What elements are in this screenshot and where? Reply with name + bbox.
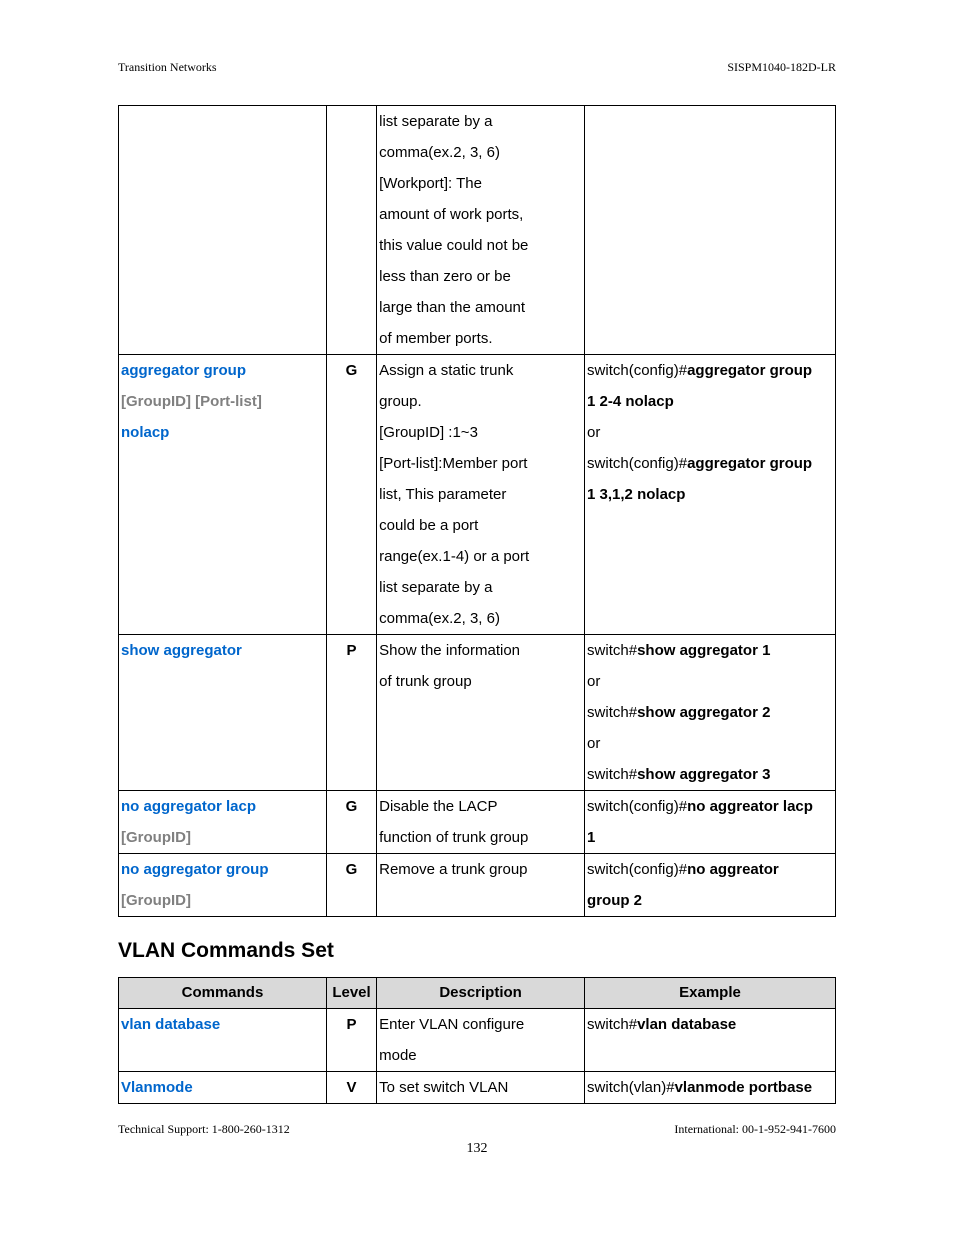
table-row: no aggregator group [GroupID] G Remove a… [119,854,836,917]
table-row: vlan database P Enter VLAN configure mod… [119,1009,836,1072]
table-row: list separate by a comma(ex.2, 3, 6) [Wo… [119,106,836,355]
level-cell: G [327,791,376,822]
commands-table-continued: list separate by a comma(ex.2, 3, 6) [Wo… [118,105,836,917]
header-right: SISPM1040-182D-LR [727,60,836,75]
level-cell: G [327,854,376,885]
example-cell: switch(config)#no aggreator lacp 1 [585,791,835,853]
command-cell: Vlanmode [119,1072,326,1103]
description-cell: Disable the LACP function of trunk group [377,791,584,853]
col-header-description: Description [377,978,584,1008]
table-header-row: Commands Level Description Example [119,978,836,1009]
col-header-commands: Commands [119,978,326,1008]
description-cell: list separate by a comma(ex.2, 3, 6) [Wo… [377,106,584,354]
example-cell: switch(config)#aggregator group 1 2-4 no… [585,355,835,510]
description-cell: Show the information of trunk group [377,635,584,697]
command-cell: aggregator group [GroupID] [Port-list] n… [119,355,326,448]
col-header-example: Example [585,978,835,1008]
example-cell: switch#show aggregator 1 or switch#show … [585,635,835,790]
footer-left: Technical Support: 1-800-260-1312 [118,1122,290,1137]
table-row: no aggregator lacp [GroupID] G Disable t… [119,791,836,854]
col-header-level: Level [327,978,376,1008]
page-header: Transition Networks SISPM1040-182D-LR [118,60,836,75]
example-cell: switch(vlan)#vlanmode portbase [585,1072,835,1103]
level-cell: P [327,635,376,666]
description-cell: Assign a static trunk group. [GroupID] :… [377,355,584,634]
description-cell: Remove a trunk group [377,854,584,885]
command-cell: no aggregator lacp [GroupID] [119,791,326,853]
table-row: Vlanmode V To set switch VLAN switch(vla… [119,1072,836,1104]
command-cell: show aggregator [119,635,326,666]
level-cell: G [327,355,376,386]
level-cell: V [327,1072,376,1103]
vlan-commands-table: Commands Level Description Example vlan … [118,977,836,1104]
description-cell: To set switch VLAN [377,1072,584,1103]
description-cell: Enter VLAN configure mode [377,1009,584,1071]
page: Transition Networks SISPM1040-182D-LR li… [0,0,954,1197]
page-footer: Technical Support: 1-800-260-1312 Intern… [118,1122,836,1137]
level-cell: P [327,1009,376,1040]
footer-right: International: 00-1-952-941-7600 [674,1122,836,1137]
header-left: Transition Networks [118,60,217,75]
example-cell: switch(config)#no aggreator group 2 [585,854,835,916]
page-number: 132 [118,1141,836,1157]
table-row: aggregator group [GroupID] [Port-list] n… [119,355,836,635]
example-cell: switch#vlan database [585,1009,835,1040]
table-row: show aggregator P Show the information o… [119,635,836,791]
section-heading: VLAN Commands Set [118,939,836,963]
command-cell: vlan database [119,1009,326,1040]
command-cell: no aggregator group [GroupID] [119,854,326,916]
